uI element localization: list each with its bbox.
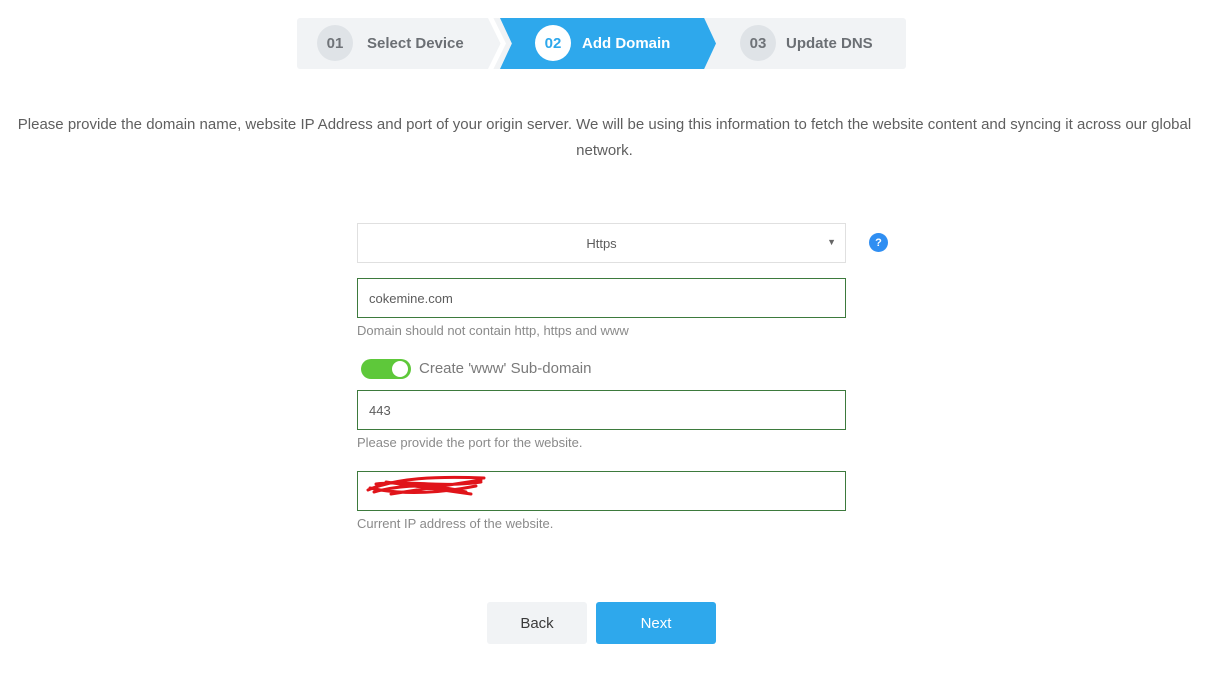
step-label: Select Device (367, 34, 464, 52)
www-subdomain-toggle[interactable] (361, 359, 411, 379)
redaction-scribble (366, 475, 486, 496)
protocol-selected-value: Https (586, 235, 617, 251)
back-button[interactable]: Back (487, 602, 587, 644)
step-update-dns[interactable]: 03 Update DNS (740, 25, 873, 61)
caret-down-icon: ▼ (827, 237, 836, 247)
domain-hint: Domain should not contain http, https an… (357, 323, 629, 338)
ip-address-hint: Current IP address of the website. (357, 516, 554, 531)
protocol-select[interactable]: Https ▼ (357, 223, 846, 263)
intro-text: Please provide the domain name, website … (17, 116, 1192, 159)
step-number: 02 (535, 25, 571, 61)
domain-input[interactable]: cokemine.com (357, 278, 846, 318)
step-number: 03 (740, 25, 776, 61)
question-icon[interactable]: ? (869, 233, 888, 252)
step-label: Add Domain (582, 34, 671, 52)
www-subdomain-label: Create 'www' Sub-domain (419, 360, 592, 377)
step-label: Update DNS (786, 34, 873, 52)
next-button[interactable]: Next (596, 602, 716, 644)
port-hint: Please provide the port for the website. (357, 435, 583, 450)
port-input[interactable]: 443 (357, 390, 846, 430)
toggle-knob (392, 361, 408, 377)
step-add-domain[interactable]: 02 Add Domain (535, 25, 670, 61)
step-number: 01 (317, 25, 353, 61)
step-select-device[interactable]: 01 Select Device (317, 25, 464, 61)
domain-value: cokemine.com (369, 290, 453, 306)
port-value: 443 (369, 402, 391, 418)
